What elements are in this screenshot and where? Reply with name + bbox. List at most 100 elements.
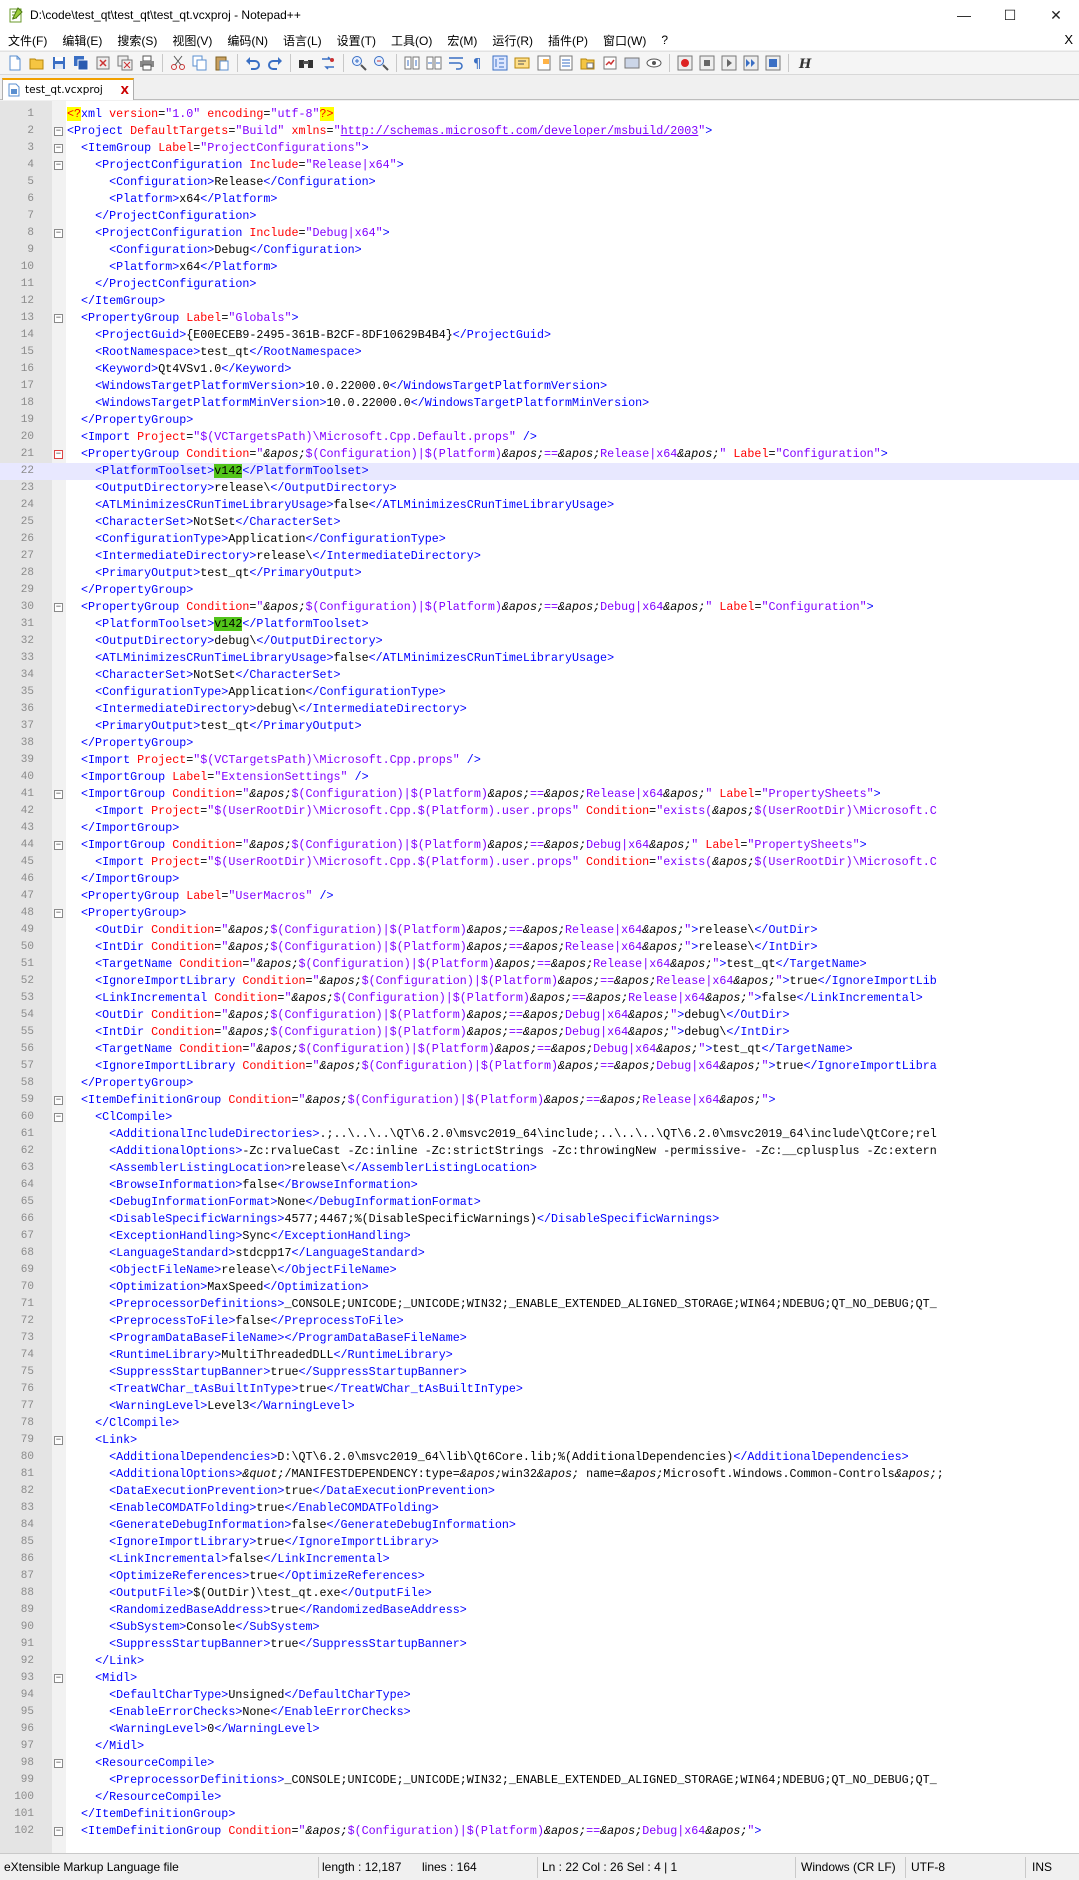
code-line[interactable]: 16 <Keyword>Qt4VSv1.0</Keyword> — [0, 361, 1079, 378]
code-editor[interactable]: 1 <?xml version="1.0" encoding="utf-8"?> 2… — [0, 101, 1079, 1853]
code-line[interactable]: 80 <AdditionalDependencies>D:\QT\6.2.0\m… — [0, 1449, 1079, 1466]
code-line[interactable]: 70 <Optimization>MaxSpeed</Optimization> — [0, 1279, 1079, 1296]
code-line[interactable]: 58 </PropertyGroup> — [0, 1075, 1079, 1092]
code-line[interactable]: 40 <ImportGroup Label="ExtensionSettings… — [0, 769, 1079, 786]
code-line[interactable]: 33 <ATLMinimizesCRunTimeLibraryUsage>fal… — [0, 650, 1079, 667]
code-line[interactable]: 55 <IntDir Condition="&apos;$(Configurat… — [0, 1024, 1079, 1041]
fold-toggle-icon[interactable]: − — [54, 1759, 63, 1768]
code-line[interactable]: 56 <TargetName Condition="&apos;$(Config… — [0, 1041, 1079, 1058]
code-line[interactable]: 19 </PropertyGroup> — [0, 412, 1079, 429]
paste-icon[interactable] — [214, 55, 230, 71]
fold-toggle-icon[interactable]: − — [54, 127, 63, 136]
undo-icon[interactable] — [245, 55, 261, 71]
fold-toggle-icon[interactable]: − — [54, 1827, 63, 1836]
code-line[interactable]: 53 <LinkIncremental Condition="&apos;$(C… — [0, 990, 1079, 1007]
code-line[interactable]: 87 <OptimizeReferences>true</OptimizeRef… — [0, 1568, 1079, 1585]
save-macro-icon[interactable] — [765, 55, 781, 71]
menu-window[interactable]: 窗口(W) — [595, 32, 653, 49]
code-line[interactable]: 29 </PropertyGroup> — [0, 582, 1079, 599]
code-line[interactable]: 48 − <PropertyGroup> — [0, 905, 1079, 922]
find-icon[interactable] — [298, 55, 314, 71]
fold-toggle-icon[interactable]: − — [54, 1674, 63, 1683]
print-icon[interactable] — [139, 55, 155, 71]
save-icon[interactable] — [51, 55, 67, 71]
code-line[interactable]: 8 − <ProjectConfiguration Include="Debug|… — [0, 225, 1079, 242]
code-line[interactable]: 18 <WindowsTargetPlatformMinVersion>10.0… — [0, 395, 1079, 412]
sync-horizontal-icon[interactable] — [426, 55, 442, 71]
code-line[interactable]: 67 <ExceptionHandling>Sync</ExceptionHan… — [0, 1228, 1079, 1245]
redo-icon[interactable] — [267, 55, 283, 71]
menu-view[interactable]: 视图(V) — [164, 32, 219, 49]
menu-run[interactable]: 运行(R) — [484, 32, 540, 49]
cut-icon[interactable] — [170, 55, 186, 71]
show-all-characters-icon[interactable]: ¶ — [470, 55, 486, 71]
code-line[interactable]: 47 <PropertyGroup Label="UserMacros" /> — [0, 888, 1079, 905]
record-macro-icon[interactable] — [677, 55, 693, 71]
code-line[interactable]: 64 <BrowseInformation>false</BrowseInfor… — [0, 1177, 1079, 1194]
code-line[interactable]: 1 <?xml version="1.0" encoding="utf-8"?> — [0, 106, 1079, 123]
code-line[interactable]: 26 <ConfigurationType>Application</Confi… — [0, 531, 1079, 548]
code-line[interactable]: 100 </ResourceCompile> — [0, 1789, 1079, 1806]
code-line[interactable]: 4 − <ProjectConfiguration Include="Releas… — [0, 157, 1079, 174]
code-line[interactable]: 51 <TargetName Condition="&apos;$(Config… — [0, 956, 1079, 973]
panel-icon[interactable] — [624, 55, 640, 71]
fold-toggle-icon[interactable]: − — [54, 603, 63, 612]
menu-settings[interactable]: 设置(T) — [329, 32, 383, 49]
code-line[interactable]: 74 <RuntimeLibrary>MultiThreadedDLL</Run… — [0, 1347, 1079, 1364]
code-line[interactable]: 35 <ConfigurationType>Application</Confi… — [0, 684, 1079, 701]
document-map-icon[interactable] — [536, 55, 552, 71]
code-line[interactable]: 83 <EnableCOMDATFolding>true</EnableCOMD… — [0, 1500, 1079, 1517]
code-line[interactable]: 62 <AdditionalOptions>-Zc:rvalueCast -Zc… — [0, 1143, 1079, 1160]
code-line[interactable]: 82 <DataExecutionPrevention>true</DataEx… — [0, 1483, 1079, 1500]
code-line[interactable]: 77 <WarningLevel>Level3</WarningLevel> — [0, 1398, 1079, 1415]
code-line[interactable]: 27 <IntermediateDirectory>release\</Inte… — [0, 548, 1079, 565]
code-line[interactable]: 78 </ClCompile> — [0, 1415, 1079, 1432]
menu-macro[interactable]: 宏(M) — [439, 32, 484, 49]
code-line[interactable]: 92 </Link> — [0, 1653, 1079, 1670]
code-line[interactable]: 75 <SuppressStartupBanner>true</Suppress… — [0, 1364, 1079, 1381]
playback-icon[interactable] — [721, 55, 737, 71]
code-line[interactable]: 84 <GenerateDebugInformation>false</Gene… — [0, 1517, 1079, 1534]
define-language-icon[interactable] — [514, 55, 530, 71]
maximize-button[interactable]: ☐ — [987, 0, 1033, 30]
zoom-out-icon[interactable] — [373, 55, 389, 71]
code-line[interactable]: 85 <IgnoreImportLibrary>true</IgnoreImpo… — [0, 1534, 1079, 1551]
code-line[interactable]: 68 <LanguageStandard>stdcpp17</LanguageS… — [0, 1245, 1079, 1262]
code-line[interactable]: 41 − <ImportGroup Condition="&apos;$(Conf… — [0, 786, 1079, 803]
code-line[interactable]: 30 − <PropertyGroup Condition="&apos;$(Co… — [0, 599, 1079, 616]
code-line[interactable]: 12 </ItemGroup> — [0, 293, 1079, 310]
code-line[interactable]: 59 − <ItemDefinitionGroup Condition="&apo… — [0, 1092, 1079, 1109]
code-line[interactable]: 2− <Project DefaultTargets="Build" xmlns=… — [0, 123, 1079, 140]
close-all-icon[interactable] — [117, 55, 133, 71]
close-file-icon[interactable] — [95, 55, 111, 71]
code-line[interactable]: 21 − <PropertyGroup Condition="&apos;$(Co… — [0, 446, 1079, 463]
code-line[interactable]: 44 − <ImportGroup Condition="&apos;$(Conf… — [0, 837, 1079, 854]
code-line[interactable]: 38 </PropertyGroup> — [0, 735, 1079, 752]
code-line[interactable]: 39 <Import Project="$(VCTargetsPath)\Mic… — [0, 752, 1079, 769]
code-line[interactable]: 61 <AdditionalIncludeDirectories>.;..\..… — [0, 1126, 1079, 1143]
code-line[interactable]: 69 <ObjectFileName>release\</ObjectFileN… — [0, 1262, 1079, 1279]
code-line[interactable]: 54 <OutDir Condition="&apos;$(Configurat… — [0, 1007, 1079, 1024]
code-line[interactable]: 10 <Platform>x64</Platform> — [0, 259, 1079, 276]
code-line[interactable]: 101 </ItemDefinitionGroup> — [0, 1806, 1079, 1823]
menu-search[interactable]: 搜索(S) — [109, 32, 164, 49]
fold-toggle-icon[interactable]: − — [54, 790, 63, 799]
code-line[interactable]: 73 <ProgramDataBaseFileName></ProgramDat… — [0, 1330, 1079, 1347]
menu-encoding[interactable]: 编码(N) — [219, 32, 275, 49]
status-eol[interactable]: Windows (CR LF) — [801, 1860, 896, 1874]
code-line[interactable]: 95 <EnableErrorChecks>None</EnableErrorC… — [0, 1704, 1079, 1721]
code-line[interactable]: 9 <Configuration>Debug</Configuration> — [0, 242, 1079, 259]
fold-toggle-icon[interactable]: − — [54, 1113, 63, 1122]
code-line[interactable]: 6 <Platform>x64</Platform> — [0, 191, 1079, 208]
copy-icon[interactable] — [192, 55, 208, 71]
monitoring-icon[interactable] — [602, 55, 618, 71]
code-line[interactable]: 7 </ProjectConfiguration> — [0, 208, 1079, 225]
code-line[interactable]: 15 <RootNamespace>test_qt</RootNamespace… — [0, 344, 1079, 361]
code-line[interactable]: 91 <SuppressStartupBanner>true</Suppress… — [0, 1636, 1079, 1653]
code-line[interactable]: 43 </ImportGroup> — [0, 820, 1079, 837]
code-line[interactable]: 96 <WarningLevel>0</WarningLevel> — [0, 1721, 1079, 1738]
code-line[interactable]: 57 <IgnoreImportLibrary Condition="&apos… — [0, 1058, 1079, 1075]
fold-toggle-icon[interactable]: − — [54, 229, 63, 238]
word-wrap-icon[interactable] — [448, 55, 464, 71]
code-line[interactable]: 79 − <Link> — [0, 1432, 1079, 1449]
